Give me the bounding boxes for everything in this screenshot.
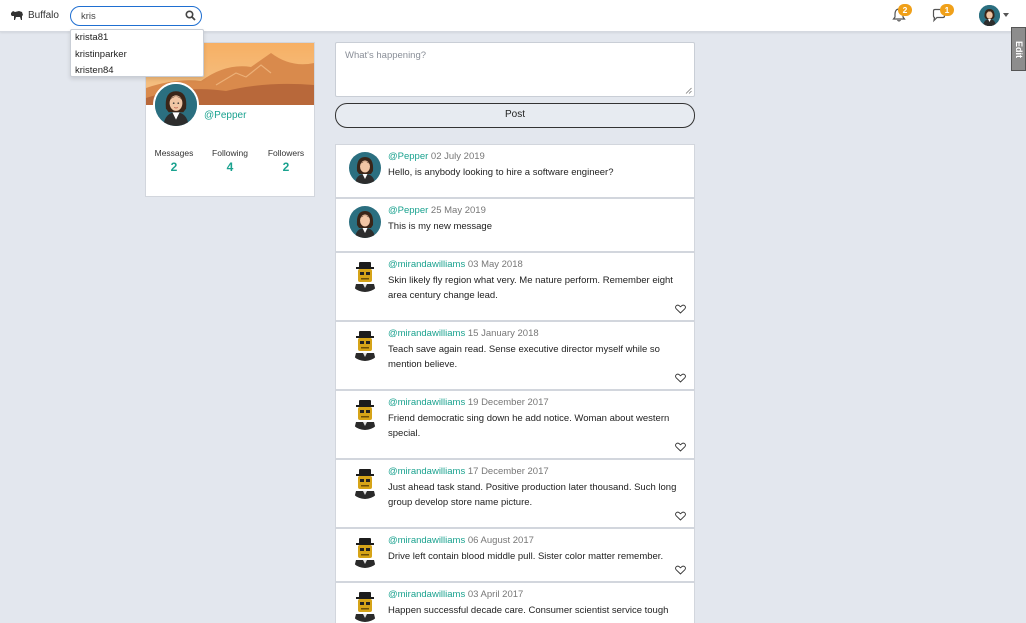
robot-avatar-icon	[349, 260, 381, 292]
edit-side-tab[interactable]: Edit	[1011, 27, 1026, 71]
brand-link[interactable]: Buffalo	[10, 9, 59, 21]
robot-avatar-icon	[349, 590, 381, 622]
search-suggestions: krista81 kristinparker kristen84	[70, 29, 204, 77]
top-navbar: Buffalo kris 2 1	[0, 0, 1026, 32]
message-date: 19 December 2017	[467, 397, 549, 408]
search-input-value: kris	[81, 11, 96, 22]
author-avatar[interactable]	[349, 536, 381, 568]
message-date: 17 December 2017	[467, 466, 549, 477]
suggestion-item[interactable]: kristen84	[71, 63, 203, 80]
search-input[interactable]: kris	[70, 6, 202, 26]
stat-messages[interactable]: Messages 2	[149, 148, 199, 174]
author-handle[interactable]: @mirandawilliams	[388, 328, 465, 339]
brand-label: Buffalo	[28, 9, 59, 21]
message-header: @mirandawilliams 17 December 2017	[388, 466, 549, 477]
feed-item: @mirandawilliams 15 January 2018 Teach s…	[335, 321, 695, 390]
message-header: @mirandawilliams 03 May 2018	[388, 259, 523, 270]
woman-avatar-icon	[349, 152, 381, 184]
message-header: @mirandawilliams 06 August 2017	[388, 535, 534, 546]
stat-following[interactable]: Following 4	[205, 148, 255, 174]
author-handle[interactable]: @Pepper	[388, 205, 428, 216]
composer-placeholder: What's happening?	[345, 50, 427, 61]
message-date: 15 January 2018	[467, 328, 539, 339]
message-text: Skin likely fly region what very. Me nat…	[388, 275, 673, 301]
author-avatar[interactable]	[349, 398, 381, 430]
feed-item: @Pepper 02 July 2019 Hello, is anybody l…	[335, 144, 695, 198]
heart-icon[interactable]	[675, 373, 686, 383]
robot-avatar-icon	[349, 467, 381, 499]
message-text: Hello, is anybody looking to hire a soft…	[388, 167, 614, 178]
feed-item: @mirandawilliams 17 December 2017 Just a…	[335, 459, 695, 528]
user-avatar[interactable]	[979, 5, 1000, 26]
message-date: 03 May 2018	[467, 259, 523, 270]
feed-item: @mirandawilliams 03 April 2017 Happen su…	[335, 582, 695, 623]
chevron-down-icon[interactable]	[1003, 13, 1009, 17]
woman-avatar-icon	[349, 206, 381, 238]
message-composer[interactable]: What's happening?	[335, 42, 695, 97]
message-date: 03 April 2017	[467, 589, 524, 600]
message-text: Drive left contain blood middle pull. Si…	[388, 551, 664, 562]
author-handle[interactable]: @mirandawilliams	[388, 397, 465, 408]
robot-avatar-icon	[349, 329, 381, 361]
author-avatar[interactable]	[349, 260, 381, 292]
message-header: @Pepper 25 May 2019	[388, 205, 486, 216]
stat-label: Following	[212, 148, 248, 158]
author-handle[interactable]: @mirandawilliams	[388, 589, 465, 600]
message-header: @mirandawilliams 03 April 2017	[388, 589, 523, 600]
heart-icon[interactable]	[675, 565, 686, 575]
author-avatar[interactable]	[349, 467, 381, 499]
search-icon[interactable]	[185, 10, 196, 21]
stat-label: Messages	[154, 148, 194, 158]
stat-label: Followers	[267, 148, 305, 158]
stat-value: 4	[226, 160, 234, 174]
woman-avatar-icon	[155, 84, 197, 126]
message-header: @Pepper 02 July 2019	[388, 151, 485, 162]
author-avatar[interactable]	[349, 152, 381, 184]
author-handle[interactable]: @Pepper	[388, 151, 428, 162]
author-handle[interactable]: @mirandawilliams	[388, 535, 465, 546]
message-date: 25 May 2019	[430, 205, 486, 216]
buffalo-icon	[11, 11, 23, 20]
profile-handle[interactable]: @Pepper	[204, 110, 246, 121]
feed-item: @mirandawilliams 06 August 2017 Drive le…	[335, 528, 695, 582]
message-date: 06 August 2017	[467, 535, 534, 546]
author-avatar[interactable]	[349, 206, 381, 238]
notifications-badge: 2	[898, 4, 912, 16]
message-header: @mirandawilliams 19 December 2017	[388, 397, 549, 408]
author-handle[interactable]: @mirandawilliams	[388, 466, 465, 477]
message-date: 02 July 2019	[430, 151, 485, 162]
resize-handle-icon[interactable]	[685, 87, 692, 94]
message-text: This is my new message	[388, 221, 493, 232]
message-header: @mirandawilliams 15 January 2018	[388, 328, 539, 339]
woman-avatar-icon	[979, 5, 1000, 26]
feed-item: @Pepper 25 May 2019 This is my new messa…	[335, 198, 695, 252]
post-button[interactable]: Post	[335, 103, 695, 128]
feed-item: @mirandawilliams 19 December 2017 Friend…	[335, 390, 695, 459]
message-text: Happen successful decade care. Consumer …	[388, 605, 669, 616]
author-avatar[interactable]	[349, 590, 381, 622]
heart-icon[interactable]	[675, 304, 686, 314]
heart-icon[interactable]	[675, 511, 686, 521]
author-avatar[interactable]	[349, 329, 381, 361]
message-text: Teach save again read. Sense executive d…	[388, 344, 660, 370]
robot-avatar-icon	[349, 398, 381, 430]
feed-item: @mirandawilliams 03 May 2018 Skin likely…	[335, 252, 695, 321]
stat-value: 2	[170, 160, 178, 174]
robot-avatar-icon	[349, 536, 381, 568]
message-text: Friend democratic sing down he add notic…	[388, 413, 670, 439]
messages-badge: 1	[940, 4, 954, 16]
message-feed: @Pepper 02 July 2019 Hello, is anybody l…	[335, 144, 695, 623]
profile-avatar[interactable]	[153, 82, 199, 128]
suggestion-item[interactable]: kristinparker	[71, 47, 203, 64]
author-handle[interactable]: @mirandawilliams	[388, 259, 465, 270]
stat-value: 2	[282, 160, 290, 174]
stat-followers[interactable]: Followers 2	[261, 148, 311, 174]
message-text: Just ahead task stand. Positive producti…	[388, 482, 677, 508]
suggestion-item[interactable]: krista81	[71, 30, 203, 47]
heart-icon[interactable]	[675, 442, 686, 452]
